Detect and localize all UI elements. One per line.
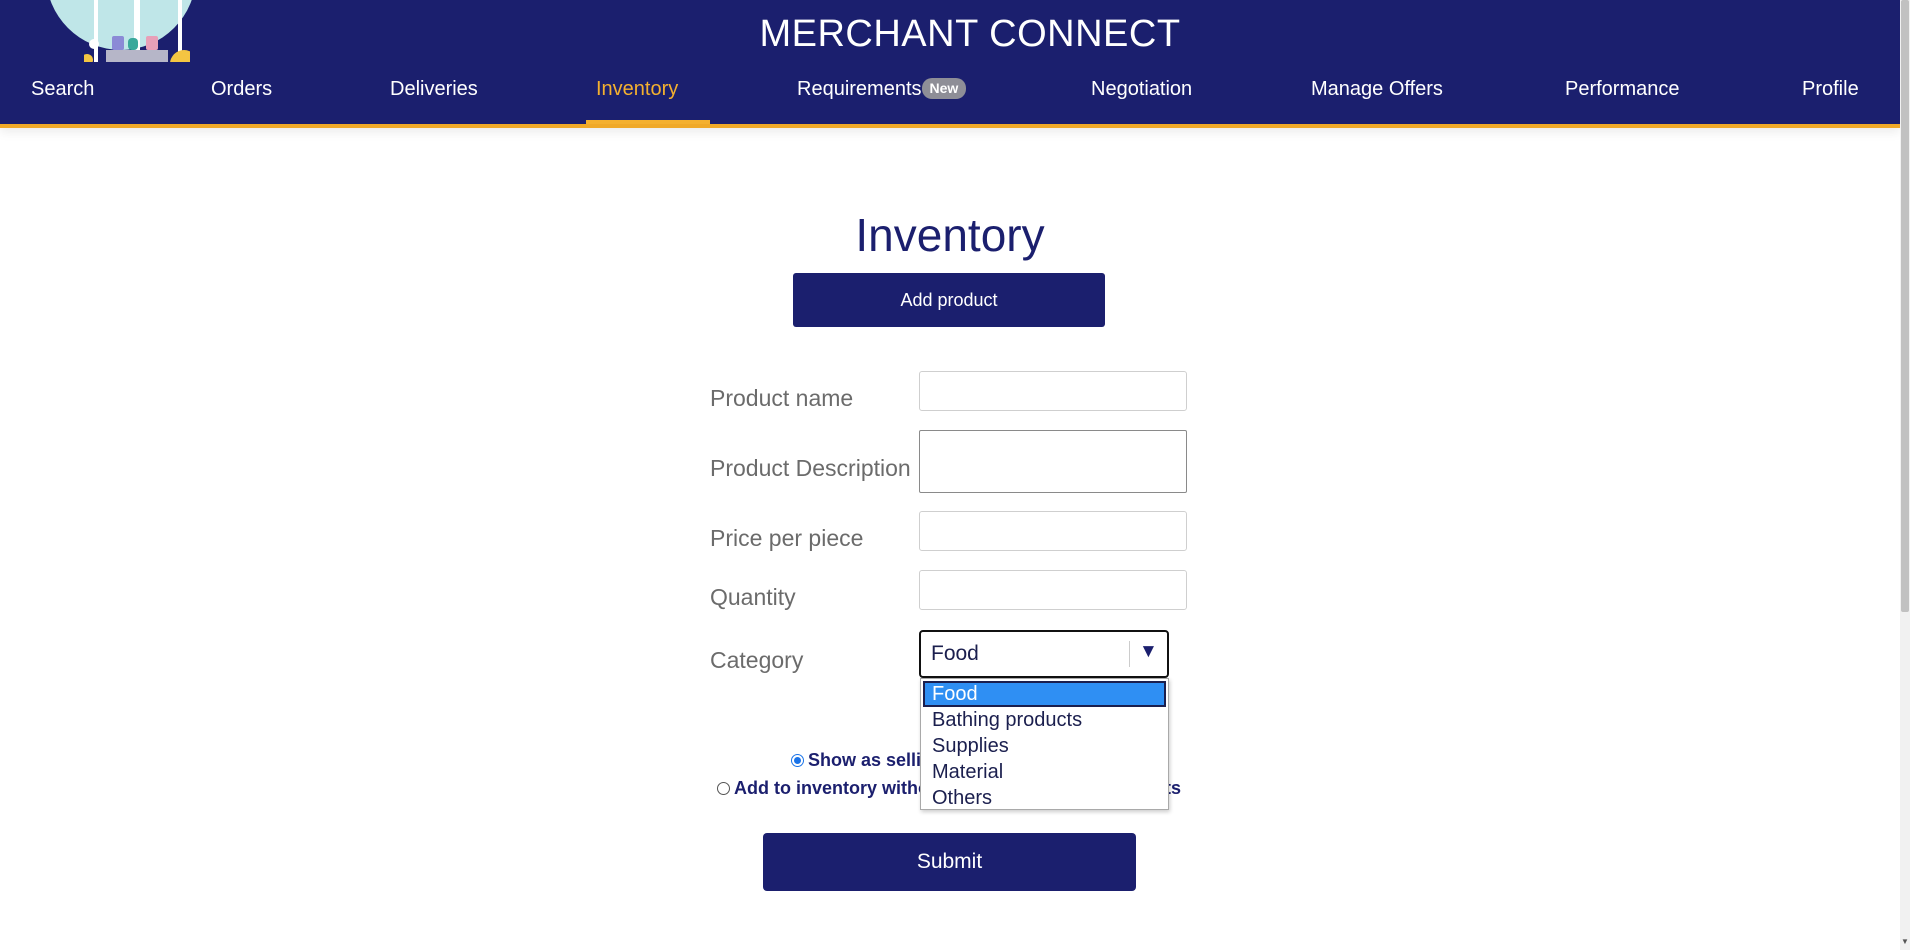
- nav-profile[interactable]: Profile: [1802, 78, 1859, 101]
- product-name-input[interactable]: [919, 371, 1187, 411]
- nav-search[interactable]: Search: [31, 78, 94, 101]
- chevron-down-icon[interactable]: ▼: [1139, 641, 1158, 663]
- new-badge: New: [921, 78, 967, 99]
- active-tab-indicator: [586, 120, 710, 124]
- product-description-textarea[interactable]: [919, 430, 1187, 493]
- price-per-piece-input[interactable]: [919, 511, 1187, 551]
- category-label: Category: [710, 647, 804, 673]
- nav-deliveries[interactable]: Deliveries: [390, 78, 478, 101]
- product-name-label: Product name: [710, 385, 854, 411]
- radio-button-unchecked[interactable]: [717, 782, 730, 795]
- category-select[interactable]: Food ▼: [919, 630, 1169, 678]
- nav-orders[interactable]: Orders: [211, 78, 272, 101]
- page-scrollbar[interactable]: ▲ ▼: [1900, 0, 1910, 950]
- quantity-input[interactable]: [919, 570, 1187, 610]
- app-title: MERCHANT CONNECT: [759, 13, 1181, 55]
- nav-requirements[interactable]: Requirements New: [797, 78, 967, 101]
- submit-button[interactable]: Submit: [763, 833, 1136, 891]
- nav-negotiation[interactable]: Negotiation: [1091, 78, 1192, 101]
- category-option-bathing-products[interactable]: Bathing products: [923, 707, 1166, 733]
- radio-add-to-inventory-label: Add to inventory witho: [734, 778, 929, 798]
- radio-show-as-selling[interactable]: Show as selli: [791, 750, 921, 771]
- quantity-label: Quantity: [710, 584, 796, 610]
- radio-add-to-inventory[interactable]: Add to inventory witho: [717, 778, 929, 799]
- add-product-button[interactable]: Add product: [793, 273, 1105, 327]
- nav-inventory[interactable]: Inventory: [596, 78, 678, 101]
- category-option-food[interactable]: Food: [923, 681, 1166, 707]
- select-separator: [1129, 641, 1130, 667]
- category-option-material[interactable]: Material: [923, 759, 1166, 785]
- category-option-supplies[interactable]: Supplies: [923, 733, 1166, 759]
- scrollbar-thumb[interactable]: [1901, 0, 1909, 612]
- price-per-piece-label: Price per piece: [710, 525, 864, 551]
- scroll-down-icon[interactable]: ▼: [1900, 936, 1910, 948]
- radio-button-checked[interactable]: [791, 754, 804, 767]
- category-selected-value: Food: [931, 642, 979, 665]
- category-option-others[interactable]: Others: [923, 785, 1166, 811]
- category-dropdown-list: Food Bathing products Supplies Material …: [920, 678, 1169, 810]
- nav-manage-offers[interactable]: Manage Offers: [1311, 78, 1443, 101]
- nav-requirements-label: Requirements: [797, 78, 922, 100]
- top-header: MERCHANT CONNECT Search Orders Deliverie…: [0, 0, 1900, 128]
- page-title: Inventory: [855, 209, 1045, 261]
- nav-performance[interactable]: Performance: [1565, 78, 1680, 101]
- product-description-label: Product Description: [710, 455, 911, 481]
- radio-show-as-selling-label: Show as selli: [808, 750, 922, 770]
